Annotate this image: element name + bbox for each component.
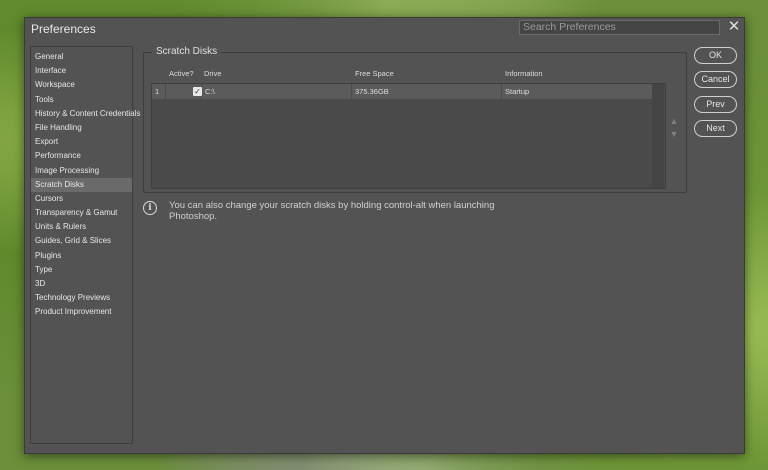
search-preferences-input[interactable]: Search Preferences bbox=[519, 20, 720, 35]
sidebar-item-interface[interactable]: Interface bbox=[31, 64, 132, 78]
sidebar-item-3d[interactable]: 3D bbox=[31, 277, 132, 291]
sidebar-item-product-improvement[interactable]: Product Improvement bbox=[31, 305, 132, 319]
sidebar-item-file-handling[interactable]: File Handling bbox=[31, 121, 132, 135]
sidebar-item-guides-grid-slices[interactable]: Guides, Grid & Slices bbox=[31, 234, 132, 248]
active-checkbox[interactable]: ✓ bbox=[193, 87, 202, 96]
sidebar-item-type[interactable]: Type bbox=[31, 263, 132, 277]
column-header-free-space: Free Space bbox=[355, 69, 394, 78]
scratch-disks-table: 1 ✓ C:\ 375.36GB Startup bbox=[151, 83, 666, 189]
sidebar-item-performance[interactable]: Performance bbox=[31, 149, 132, 163]
column-header-active: Active? bbox=[169, 69, 194, 78]
info-text: You can also change your scratch disks b… bbox=[169, 200, 495, 222]
table-row[interactable]: 1 ✓ C:\ 375.36GB Startup bbox=[152, 84, 652, 99]
free-space-cell: 375.36GB bbox=[352, 84, 502, 99]
table-scrollbar[interactable] bbox=[652, 84, 664, 188]
sidebar-item-image-processing[interactable]: Image Processing bbox=[31, 164, 132, 178]
table-header: Active? Drive Free Space Information bbox=[144, 69, 686, 81]
row-index: 1 bbox=[152, 84, 166, 99]
dialog-title: Preferences bbox=[31, 22, 96, 36]
close-icon[interactable]: ✕ bbox=[726, 19, 742, 35]
sidebar-item-plugins[interactable]: Plugins bbox=[31, 249, 132, 263]
sidebar-item-technology-previews[interactable]: Technology Previews bbox=[31, 291, 132, 305]
sidebar-item-history-content-credentials[interactable]: History & Content Credentials bbox=[31, 107, 140, 121]
sidebar-item-export[interactable]: Export bbox=[31, 135, 132, 149]
sidebar-item-units-rulers[interactable]: Units & Rulers bbox=[31, 220, 132, 234]
info-icon: i bbox=[143, 201, 157, 215]
sidebar-item-cursors[interactable]: Cursors bbox=[31, 192, 132, 206]
scratch-disks-group: Scratch Disks Active? Drive Free Space I… bbox=[143, 46, 687, 193]
prev-button[interactable]: Prev bbox=[694, 96, 737, 113]
information-cell: Startup bbox=[505, 87, 530, 96]
active-cell: ✓ bbox=[166, 84, 202, 99]
reorder-controls: ▲ ▼ bbox=[668, 115, 680, 141]
sidebar-item-transparency-gamut[interactable]: Transparency & Gamut bbox=[31, 206, 132, 220]
ok-button[interactable]: OK bbox=[694, 47, 737, 64]
column-header-drive: Drive bbox=[204, 69, 222, 78]
column-header-information: Information bbox=[505, 69, 543, 78]
sidebar-item-general[interactable]: General bbox=[31, 50, 132, 64]
preferences-dialog: Preferences Search Preferences ✕ General… bbox=[24, 17, 745, 454]
sidebar-item-tools[interactable]: Tools bbox=[31, 93, 132, 107]
sidebar-item-scratch-disks[interactable]: Scratch Disks bbox=[31, 177, 132, 192]
cancel-button[interactable]: Cancel bbox=[694, 71, 737, 88]
next-button[interactable]: Next bbox=[694, 120, 737, 137]
preferences-sidebar: General Interface Workspace Tools History & … bbox=[30, 46, 140, 444]
sidebar-item-workspace[interactable]: Workspace bbox=[31, 78, 132, 92]
move-up-icon[interactable]: ▲ bbox=[668, 115, 680, 128]
drive-cell: C:\ bbox=[202, 84, 352, 99]
group-title: Scratch Disks bbox=[152, 46, 222, 57]
move-down-icon[interactable]: ▼ bbox=[668, 128, 680, 141]
title-bar: Preferences Search Preferences ✕ bbox=[25, 18, 744, 38]
